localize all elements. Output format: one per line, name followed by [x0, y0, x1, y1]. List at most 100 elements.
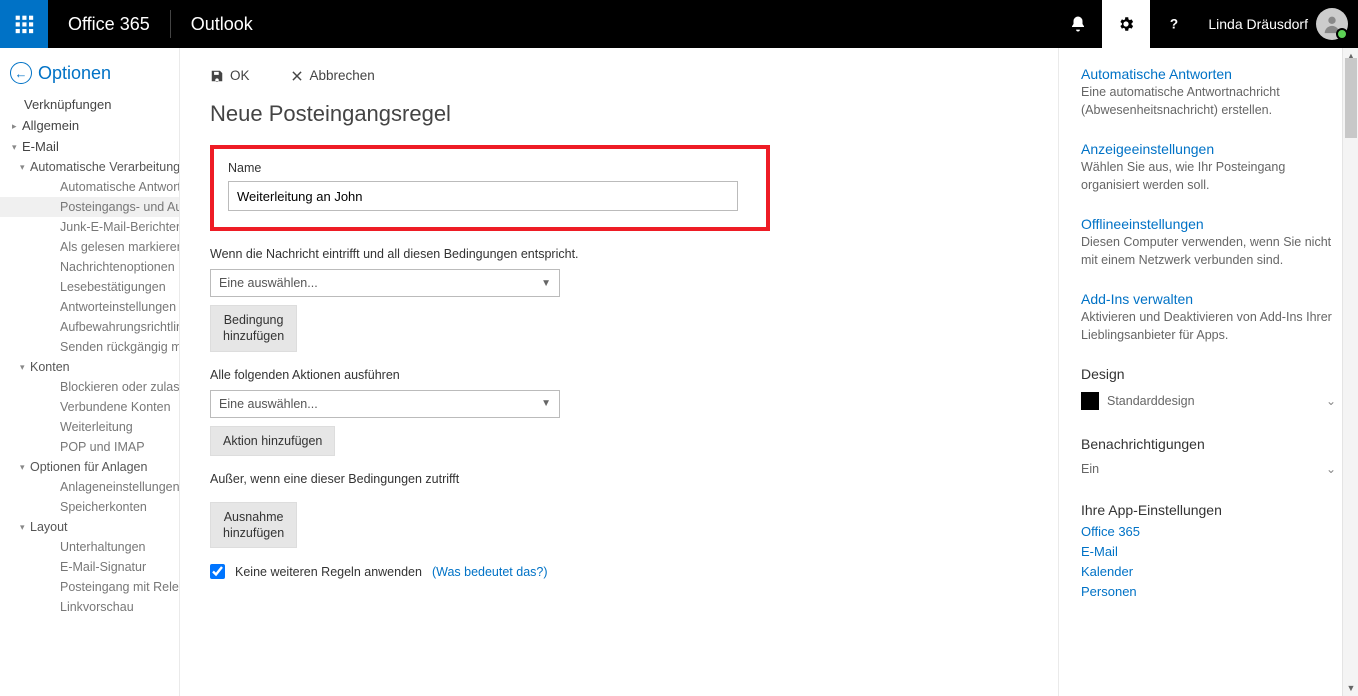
condition-section-label: Wenn die Nachricht eintrifft und all die… — [210, 247, 1028, 261]
close-icon — [290, 69, 304, 83]
options-sidebar: ← Optionen Verknüpfungen Allgemein E-Mai… — [0, 48, 180, 696]
panel-design-row[interactable]: Standarddesign ⌄ — [1081, 388, 1336, 414]
app-label[interactable]: Outlook — [171, 14, 273, 35]
tree-accounts[interactable]: Konten — [0, 357, 179, 377]
tree-signature[interactable]: E-Mail-Signatur — [0, 557, 179, 577]
panel-addins-desc: Aktivieren und Deaktivieren von Add-Ins … — [1081, 309, 1336, 344]
add-exception-button[interactable]: Ausnahme hinzufügen — [210, 502, 297, 549]
gear-icon — [1117, 15, 1135, 33]
tree-conversations[interactable]: Unterhaltungen — [0, 537, 179, 557]
tree-msg-options[interactable]: Nachrichtenoptionen — [0, 257, 179, 277]
tree-pop-imap[interactable]: POP und IMAP — [0, 437, 179, 457]
tree-block-allow[interactable]: Blockieren oder zulassen — [0, 377, 179, 397]
panel-offline-desc: Diesen Computer verwenden, wenn Sie nich… — [1081, 234, 1336, 269]
tree-attach-opts[interactable]: Optionen für Anlagen — [0, 457, 179, 477]
panel-design-heading: Design — [1081, 366, 1336, 382]
tree-connected[interactable]: Verbundene Konten — [0, 397, 179, 417]
ok-label: OK — [230, 68, 250, 83]
tree-storage[interactable]: Speicherkonten — [0, 497, 179, 517]
panel-link-calendar[interactable]: Kalender — [1081, 564, 1336, 579]
cancel-button[interactable]: Abbrechen — [290, 68, 375, 83]
settings-panel: Automatische Antworten Eine automatische… — [1058, 48, 1358, 696]
sidebar-title: Optionen — [38, 63, 111, 84]
options-tree: Verknüpfungen Allgemein E-Mail Automatis… — [0, 94, 179, 617]
panel-link-o365[interactable]: Office 365 — [1081, 524, 1336, 539]
brand-label[interactable]: Office 365 — [48, 14, 170, 35]
panel-design-value: Standarddesign — [1107, 394, 1195, 408]
chevron-down-icon: ▼ — [541, 278, 551, 289]
add-action-button[interactable]: Aktion hinzufügen — [210, 426, 335, 456]
action-select[interactable]: Eine auswählen... ▼ — [210, 390, 560, 418]
scroll-down-icon: ▼ — [1343, 680, 1358, 696]
stop-rules-label: Keine weiteren Regeln anwenden — [235, 565, 422, 579]
panel-auto-replies-desc: Eine automatische Antwortnachricht (Abwe… — [1081, 84, 1336, 119]
tree-shortcuts[interactable]: Verknüpfungen — [0, 94, 179, 115]
svg-text:?: ? — [1170, 17, 1178, 32]
notifications-button[interactable] — [1054, 0, 1102, 48]
save-icon — [210, 69, 224, 83]
tree-inbox-relevance[interactable]: Posteingang mit Relevanz — [0, 577, 179, 597]
panel-app-settings-heading: Ihre App-Einstellungen — [1081, 502, 1336, 518]
main-content: OK Abbrechen Neue Posteingangsregel Name… — [180, 48, 1058, 696]
tree-attach-settings[interactable]: Anlageneinstellungen — [0, 477, 179, 497]
top-bar: Office 365 Outlook ? Linda Dräusdorf — [0, 0, 1358, 48]
panel-display-link[interactable]: Anzeigeeinstellungen — [1081, 141, 1336, 157]
avatar — [1316, 8, 1348, 40]
theme-swatch — [1081, 392, 1099, 410]
tree-inbox-rules[interactable]: Posteingangs- und Aufräumregeln — [0, 197, 179, 217]
tree-reply-settings[interactable]: Antworteinstellungen — [0, 297, 179, 317]
condition-select-value: Eine auswählen... — [219, 276, 318, 290]
back-to-options[interactable]: ← Optionen — [0, 58, 179, 94]
panel-notif-value: Ein — [1081, 462, 1099, 476]
panel-scrollbar[interactable]: ▲ ▼ — [1342, 48, 1358, 696]
ok-button[interactable]: OK — [210, 68, 250, 83]
panel-addins-link[interactable]: Add-Ins verwalten — [1081, 291, 1336, 307]
cancel-label: Abbrechen — [310, 68, 375, 83]
tree-junk-reports[interactable]: Junk-E-Mail-Berichterstellung — [0, 217, 179, 237]
page-title: Neue Posteingangsregel — [210, 101, 1028, 127]
tree-forwarding[interactable]: Weiterleitung — [0, 417, 179, 437]
add-condition-button[interactable]: Bedingung hinzufügen — [210, 305, 297, 352]
scroll-thumb[interactable] — [1345, 58, 1357, 138]
action-select-value: Eine auswählen... — [219, 397, 318, 411]
question-icon: ? — [1165, 15, 1183, 33]
stop-rules-checkbox[interactable] — [210, 564, 225, 579]
bell-icon — [1069, 15, 1087, 33]
chevron-down-icon: ▼ — [541, 398, 551, 409]
user-menu[interactable]: Linda Dräusdorf — [1198, 8, 1358, 40]
name-highlight-box: Name — [210, 145, 770, 231]
tree-layout[interactable]: Layout — [0, 517, 179, 537]
panel-auto-replies-link[interactable]: Automatische Antworten — [1081, 66, 1336, 82]
chevron-down-icon: ⌄ — [1326, 394, 1336, 408]
what-means-link[interactable]: (Was bedeutet das?) — [432, 565, 548, 579]
panel-link-people[interactable]: Personen — [1081, 584, 1336, 599]
condition-select[interactable]: Eine auswählen... ▼ — [210, 269, 560, 297]
back-arrow-icon: ← — [10, 62, 32, 84]
panel-notif-row[interactable]: Ein ⌄ — [1081, 458, 1336, 480]
user-name-label: Linda Dräusdorf — [1208, 16, 1308, 32]
panel-link-mail[interactable]: E-Mail — [1081, 544, 1336, 559]
tree-email[interactable]: E-Mail — [0, 136, 179, 157]
tree-mark-read[interactable]: Als gelesen markieren — [0, 237, 179, 257]
panel-notif-heading: Benachrichtigungen — [1081, 436, 1336, 452]
waffle-icon — [14, 14, 34, 34]
tree-auto-processing[interactable]: Automatische Verarbeitung — [0, 157, 179, 177]
tree-undo-send[interactable]: Senden rückgängig machen — [0, 337, 179, 357]
tree-read-receipts[interactable]: Lesebestätigungen — [0, 277, 179, 297]
tree-link-preview[interactable]: Linkvorschau — [0, 597, 179, 617]
settings-button[interactable] — [1102, 0, 1150, 48]
chevron-down-icon: ⌄ — [1326, 462, 1336, 476]
tree-general[interactable]: Allgemein — [0, 115, 179, 136]
presence-indicator — [1336, 28, 1348, 40]
panel-display-desc: Wählen Sie aus, wie Ihr Posteingang orga… — [1081, 159, 1336, 194]
tree-auto-replies[interactable]: Automatische Antworten — [0, 177, 179, 197]
app-launcher-button[interactable] — [0, 0, 48, 48]
help-button[interactable]: ? — [1150, 0, 1198, 48]
toolbar: OK Abbrechen — [210, 68, 1028, 83]
panel-offline-link[interactable]: Offlineeinstellungen — [1081, 216, 1336, 232]
tree-retention[interactable]: Aufbewahrungsrichtlinien — [0, 317, 179, 337]
actions-section-label: Alle folgenden Aktionen ausführen — [210, 368, 1028, 382]
except-section-label: Außer, wenn eine dieser Bedingungen zutr… — [210, 472, 1028, 486]
name-label: Name — [228, 161, 752, 175]
rule-name-input[interactable] — [228, 181, 738, 211]
